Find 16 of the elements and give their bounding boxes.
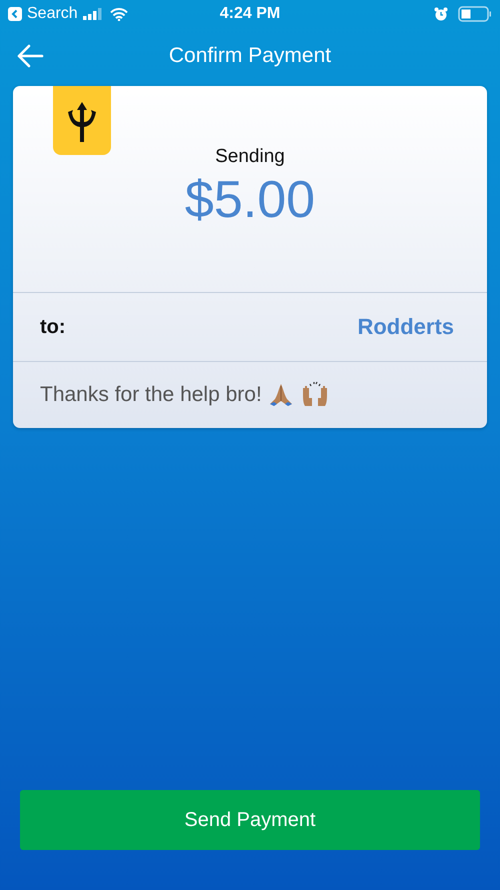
back-arrow-icon[interactable]	[16, 44, 44, 68]
back-app-label[interactable]: Search	[27, 5, 78, 23]
back-icon[interactable]	[8, 7, 22, 21]
page-title: Confirm Payment	[168, 44, 332, 67]
sending-label: Sending	[215, 146, 285, 168]
amount-text: $5.00	[184, 170, 316, 230]
send-payment-button[interactable]: Send Payment	[20, 790, 480, 850]
flag-icon	[53, 86, 111, 155]
battery-icon	[458, 6, 492, 22]
status-time: 4:24 PM	[220, 5, 280, 22]
recipient-label: to:	[40, 316, 66, 338]
recipient-name: Rodderts	[357, 314, 454, 340]
note-text: Thanks for the help bro!	[40, 383, 262, 407]
wifi-icon	[110, 8, 128, 20]
praying-hands-icon	[268, 382, 294, 408]
alarm-icon	[434, 7, 448, 21]
